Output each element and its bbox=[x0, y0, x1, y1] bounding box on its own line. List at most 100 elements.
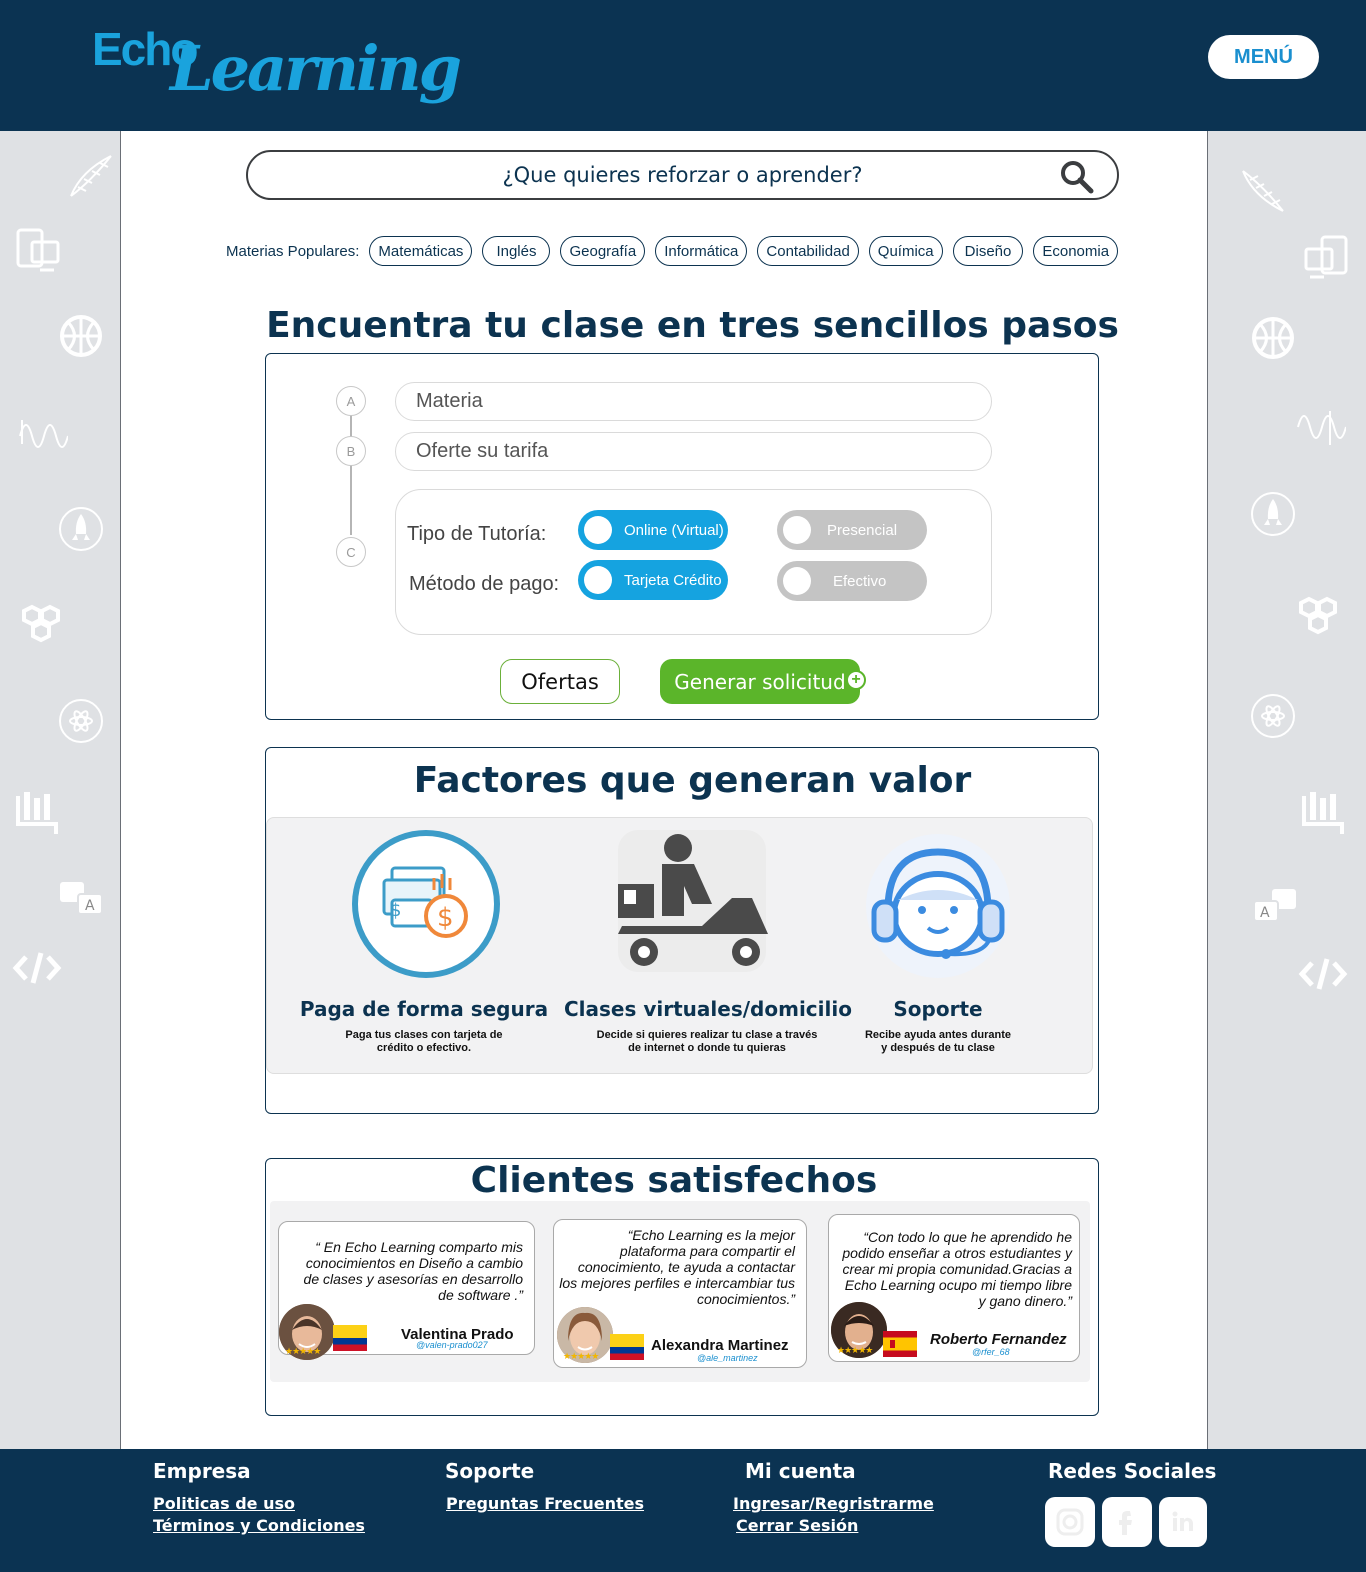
devices-icon bbox=[1304, 235, 1348, 279]
menu-button[interactable]: MENÚ bbox=[1208, 35, 1319, 79]
materia-placeholder: Materia bbox=[416, 390, 483, 412]
instagram-icon bbox=[1056, 1508, 1084, 1536]
secure-payment-icon: $ $ bbox=[352, 830, 500, 978]
devices-icon bbox=[16, 228, 60, 272]
ofertas-button[interactable]: Ofertas bbox=[500, 659, 620, 704]
plus-icon: + bbox=[846, 670, 866, 690]
testimonial-handle-2[interactable]: @ale_martinez bbox=[697, 1353, 758, 1363]
search-bar[interactable]: ¿Que quieres reforzar o aprender? bbox=[246, 150, 1119, 200]
rocket-icon bbox=[1251, 492, 1295, 536]
popular-label: Materias Populares: bbox=[226, 242, 360, 260]
online-toggle[interactable]: Online (Virtual) bbox=[578, 510, 728, 550]
code-icon bbox=[12, 952, 62, 984]
testimonial-name-3: Roberto Fernandez bbox=[930, 1331, 1067, 1348]
preguntas-link[interactable]: Preguntas Frecuentes bbox=[446, 1494, 644, 1513]
chip-quimica[interactable]: Química bbox=[868, 236, 943, 266]
signal-wave-icon bbox=[19, 420, 68, 448]
support-headset-icon bbox=[866, 834, 1010, 978]
efectivo-label: Efectivo bbox=[833, 572, 887, 590]
footer-micuenta-heading: Mi cuenta bbox=[745, 1459, 856, 1483]
toggle-knob bbox=[584, 566, 612, 594]
metodo-pago-label: Método de pago: bbox=[409, 573, 560, 595]
instagram-button[interactable] bbox=[1045, 1497, 1095, 1547]
rating-stars: ★★★★★ bbox=[285, 1347, 321, 1357]
translate-icon: A bbox=[1253, 889, 1296, 922]
testimonial-quote-3: “Con todo lo que he aprendido he podido … bbox=[842, 1229, 1072, 1309]
cerrar-sesion-link[interactable]: Cerrar Sesión bbox=[736, 1516, 858, 1535]
rating-stars: ★★★★★ bbox=[563, 1352, 599, 1362]
chip-ingles[interactable]: Inglés bbox=[482, 236, 551, 266]
rocket-icon bbox=[59, 507, 103, 551]
toggle-knob bbox=[783, 516, 811, 544]
dna-icon bbox=[1242, 170, 1284, 212]
atom-icon bbox=[59, 699, 103, 743]
factor-pago-desc: Paga tus clases con tarjeta de crédito o… bbox=[345, 1029, 503, 1054]
svg-text:$: $ bbox=[437, 903, 454, 933]
testimonial-quote-2: “Echo Learning es la mejor plataforma pa… bbox=[559, 1227, 795, 1307]
colombia-flag-icon bbox=[333, 1325, 367, 1351]
spain-flag-icon bbox=[883, 1331, 917, 1357]
tarifa-input[interactable]: Oferte su tarifa bbox=[395, 432, 992, 471]
chip-geografia[interactable]: Geografía bbox=[560, 236, 646, 266]
testimonial-handle-3[interactable]: @rfer_68 bbox=[972, 1347, 1010, 1357]
presencial-label: Presencial bbox=[827, 521, 898, 539]
code-icon bbox=[1298, 958, 1348, 990]
basketball-icon bbox=[1252, 317, 1294, 359]
test-tubes-icon bbox=[1302, 792, 1344, 834]
presencial-toggle[interactable]: Presencial bbox=[777, 510, 927, 550]
step-a-marker: A bbox=[336, 386, 366, 416]
search-placeholder: ¿Que quieres reforzar o aprender? bbox=[502, 163, 863, 187]
step-c-marker: C bbox=[336, 537, 366, 567]
footer-soporte-heading: Soporte bbox=[445, 1459, 535, 1483]
materia-input[interactable]: Materia bbox=[395, 382, 992, 421]
dna-icon bbox=[70, 155, 112, 197]
factor-soporte: Soporte Recibe ayuda antes durante y des… bbox=[808, 997, 1068, 1055]
tipo-tutoria-label: Tipo de Tutoría: bbox=[407, 523, 547, 545]
colombia-flag-icon bbox=[610, 1334, 644, 1360]
basketball-icon bbox=[60, 315, 102, 357]
logo-learning-text: Learning bbox=[170, 32, 462, 105]
efectivo-toggle[interactable]: Efectivo bbox=[777, 561, 927, 601]
linkedin-icon bbox=[1172, 1511, 1193, 1531]
test-tubes-icon bbox=[16, 792, 58, 834]
tarifa-placeholder: Oferte su tarifa bbox=[416, 440, 549, 462]
factor-soporte-desc: Recibe ayuda antes durante y después de … bbox=[864, 1029, 1012, 1054]
facebook-icon bbox=[1119, 1511, 1132, 1535]
chip-matematicas[interactable]: Matemáticas bbox=[369, 236, 473, 266]
chip-informatica[interactable]: Informática bbox=[655, 236, 748, 266]
factor-pago-title: Paga de forma segura bbox=[299, 997, 549, 1021]
factors-title: Factores que generan valor bbox=[413, 760, 972, 801]
politicas-link[interactable]: Politicas de uso bbox=[153, 1494, 295, 1513]
linkedin-button[interactable] bbox=[1159, 1497, 1207, 1547]
svg-text:A: A bbox=[85, 898, 95, 914]
tarjeta-toggle[interactable]: Tarjeta Crédito bbox=[578, 560, 728, 600]
testimonial-name-2: Alexandra Martinez bbox=[651, 1337, 789, 1354]
factor-soporte-title: Soporte bbox=[893, 997, 983, 1021]
ingresar-link[interactable]: Ingresar/Regristrarme bbox=[733, 1494, 934, 1513]
right-decor-panel: A bbox=[1207, 131, 1366, 1449]
footer-empresa-heading: Empresa bbox=[153, 1459, 251, 1483]
rating-stars: ★★★★★ bbox=[837, 1346, 873, 1356]
tarjeta-label: Tarjeta Crédito bbox=[624, 571, 722, 589]
terminos-link[interactable]: Términos y Condiciones bbox=[153, 1516, 365, 1535]
toggle-knob bbox=[584, 516, 612, 544]
footer-redes-heading: Redes Sociales bbox=[1048, 1459, 1217, 1483]
testimonial-handle-1[interactable]: @valen-prado027 bbox=[416, 1340, 488, 1350]
facebook-button[interactable] bbox=[1102, 1497, 1152, 1547]
chip-diseno[interactable]: Diseño bbox=[952, 236, 1024, 266]
header: Echo Learning MENÚ bbox=[0, 0, 1366, 131]
generar-solicitud-button[interactable]: Generar solicitud bbox=[660, 659, 860, 704]
toggle-knob bbox=[783, 567, 811, 595]
molecule-icon bbox=[1299, 596, 1337, 635]
svg-text:$: $ bbox=[390, 900, 401, 921]
chip-contabilidad[interactable]: Contabilidad bbox=[757, 236, 859, 266]
online-label: Online (Virtual) bbox=[624, 521, 724, 539]
echo-learning-logo[interactable]: Echo Learning bbox=[90, 22, 462, 114]
testimonial-quote-1: “ En Echo Learning comparto mis conocimi… bbox=[303, 1239, 523, 1303]
chip-economia[interactable]: Economia bbox=[1033, 236, 1119, 266]
search-icon[interactable] bbox=[1059, 159, 1095, 195]
steps-title: Encuentra tu clase en tres sencillos pas… bbox=[266, 305, 1119, 346]
steps-connector bbox=[350, 415, 352, 535]
signal-wave-icon bbox=[1297, 411, 1346, 445]
delivery-scooter-icon bbox=[618, 830, 768, 972]
